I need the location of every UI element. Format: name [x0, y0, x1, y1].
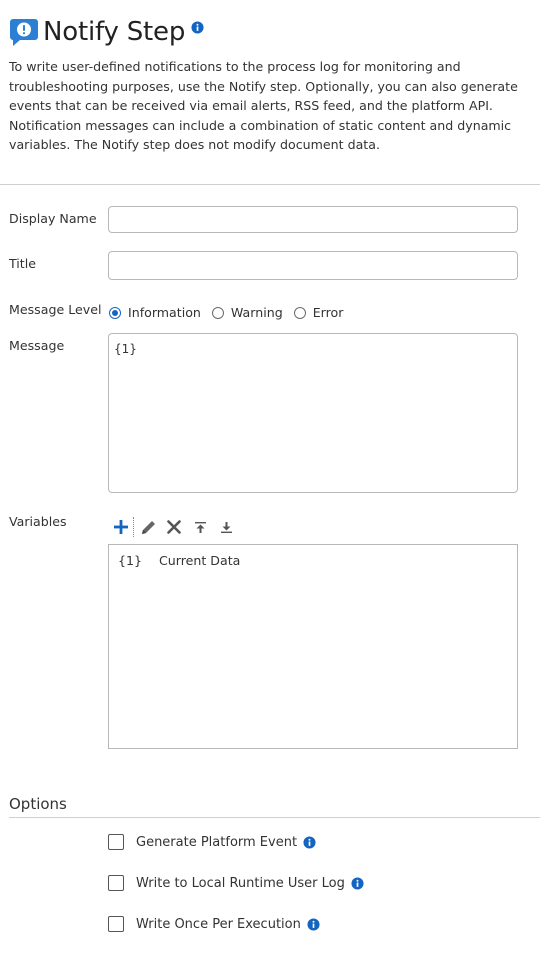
page-header: Notify Step — [9, 14, 204, 50]
variables-label: Variables — [9, 514, 67, 529]
write-local-runtime-log-checkbox[interactable] — [108, 875, 124, 891]
write-local-runtime-log-label[interactable]: Write to Local Runtime User Log — [136, 876, 345, 891]
variable-key: {1} — [118, 553, 143, 568]
display-name-input[interactable] — [108, 206, 518, 233]
write-local-runtime-log-option: Write to Local Runtime User Log — [108, 875, 364, 891]
display-name-label: Display Name — [9, 211, 97, 226]
info-icon[interactable] — [307, 917, 320, 931]
radio-warning[interactable] — [211, 306, 224, 319]
list-item[interactable]: {1} Current Data — [118, 553, 240, 568]
generate-platform-event-label[interactable]: Generate Platform Event — [136, 835, 297, 850]
move-up-icon — [194, 521, 206, 533]
page-title: Notify Step — [43, 17, 186, 47]
add-variable-button[interactable] — [112, 518, 130, 536]
add-icon — [114, 520, 128, 534]
title-label: Title — [9, 256, 36, 271]
variables-list[interactable]: {1} Current Data — [108, 544, 518, 749]
delete-icon — [167, 520, 181, 534]
radio-information-label[interactable]: Information — [128, 305, 201, 320]
variable-value: Current Data — [159, 553, 241, 568]
move-down-icon — [220, 521, 232, 533]
move-up-button[interactable] — [191, 518, 209, 536]
message-level-label: Message Level — [9, 302, 102, 317]
message-label: Message — [9, 338, 65, 353]
variables-toolbar — [112, 517, 243, 537]
notify-step-icon — [10, 19, 38, 46]
edit-variable-button[interactable] — [139, 518, 157, 536]
write-once-per-execution-option: Write Once Per Execution — [108, 916, 320, 932]
step-description: To write user-defined notifications to t… — [9, 59, 518, 152]
radio-error-label[interactable]: Error — [313, 305, 344, 320]
section-divider — [0, 184, 540, 185]
write-once-per-execution-checkbox[interactable] — [108, 916, 124, 932]
delete-variable-button[interactable] — [165, 518, 183, 536]
title-input[interactable] — [108, 251, 518, 280]
options-heading: Options — [9, 795, 67, 813]
move-down-button[interactable] — [217, 518, 235, 536]
message-textarea[interactable]: {1} — [108, 333, 518, 493]
radio-warning-label[interactable]: Warning — [231, 305, 283, 320]
options-divider — [9, 817, 540, 818]
info-icon[interactable] — [191, 20, 204, 34]
message-level-radio-group: Information Warning Error — [109, 305, 354, 320]
toolbar-separator — [133, 517, 135, 537]
write-once-per-execution-label[interactable]: Write Once Per Execution — [136, 917, 301, 932]
info-icon[interactable] — [351, 876, 364, 890]
info-icon[interactable] — [303, 835, 316, 849]
generate-platform-event-checkbox[interactable] — [108, 834, 124, 850]
radio-error[interactable] — [293, 306, 306, 319]
radio-information[interactable] — [109, 306, 121, 319]
generate-platform-event-option: Generate Platform Event — [108, 834, 316, 850]
edit-icon — [141, 520, 155, 534]
